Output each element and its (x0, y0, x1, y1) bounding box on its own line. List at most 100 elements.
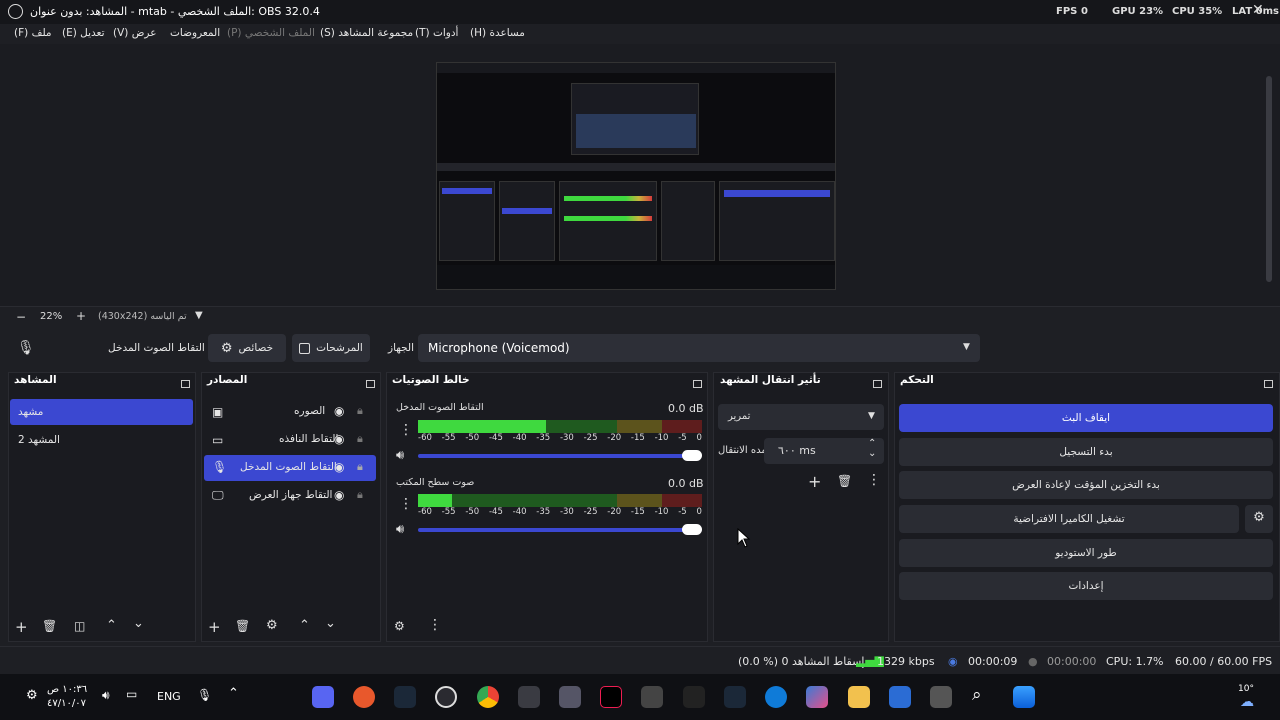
decrement-icon[interactable]: ⌄ (868, 448, 876, 459)
mic-tray-icon[interactable]: 🎙︎ (197, 688, 212, 702)
visibility-eye-icon[interactable]: ◉ (334, 404, 344, 418)
menu-scene-collection[interactable]: (S) مجموعة المشاهد (320, 27, 413, 39)
menu-file[interactable]: (F) ملف (14, 27, 52, 39)
remove-scene-icon[interactable]: 🗑︎ (42, 619, 57, 633)
remove-source-icon[interactable]: 🗑︎ (235, 619, 250, 633)
move-down-icon[interactable]: ⌄ (133, 616, 144, 631)
menu-docks[interactable]: المعروضات (170, 27, 220, 39)
source-item[interactable]: 🖵︎ التقاط جهاز العرض ◉ 🔒︎ (204, 483, 376, 509)
visibility-eye-icon[interactable]: ◉ (334, 488, 344, 502)
filters-button[interactable]: المرشحات (292, 334, 370, 362)
start-virtual-camera-button[interactable]: تشغيل الكاميرا الافتراضية (899, 505, 1239, 533)
tiktok-icon[interactable] (600, 686, 622, 708)
network-tray-icon[interactable]: ▭ (126, 687, 137, 701)
zoom-dropdown-icon[interactable]: ▼ (195, 310, 203, 321)
dropped-frames: (0.0 %) 0 إسقاط المشاهد (738, 655, 865, 668)
speaker-icon[interactable]: 🔊︎ (396, 522, 404, 537)
start-replay-buffer-button[interactable]: بدء التخزين المؤقت لإعادة العرض (899, 471, 1273, 499)
discord-icon[interactable] (312, 686, 334, 708)
mixer-menu-icon[interactable]: ⋮ (428, 617, 442, 633)
windows-start-icon[interactable] (1013, 686, 1035, 708)
device-select[interactable]: Microphone (Voicemod) ▼ (418, 334, 980, 362)
tray-overflow-icon[interactable]: ⌃ (228, 686, 239, 701)
preview-vertical-scrollbar[interactable] (1266, 76, 1272, 282)
settings-tray-icon[interactable]: ⚙ (26, 688, 38, 703)
move-up-icon[interactable]: ⌃ (106, 618, 117, 633)
move-up-icon[interactable]: ⌃ (299, 618, 310, 633)
add-scene-icon[interactable]: + (15, 618, 28, 636)
menu-edit[interactable]: (E) تعديل (62, 27, 105, 39)
edge-icon[interactable] (765, 686, 787, 708)
menu-help[interactable]: (H) مساعدة (470, 27, 525, 39)
visibility-eye-icon[interactable]: ◉ (334, 432, 344, 446)
taskbar-time[interactable]: ١٠:٣٦ ص (47, 684, 87, 695)
taskbar-date[interactable]: ٤٧/١٠/٠٧ (47, 698, 86, 709)
volume-slider-handle[interactable] (682, 524, 702, 535)
duration-input[interactable]: ٦٠٠ ms ⌃ ⌄ (764, 438, 884, 464)
source-item[interactable]: ▣ الصوره ◉ 🔒︎ (204, 399, 376, 425)
zoom-in-icon[interactable]: + (76, 309, 86, 323)
speaker-icon[interactable]: 🔊︎ (396, 448, 404, 463)
transition-menu-icon[interactable]: ⋮ (867, 472, 881, 488)
meter-ticks: -60 -55 -50 -45 -40 -35 -30 -25 -20 -15 -10 -5 0 (418, 507, 702, 517)
source-item[interactable]: ▭ التقاط النافذه ◉ 🔒︎ (204, 427, 376, 453)
close-icon[interactable]: ✕ (1252, 2, 1264, 18)
volume-slider[interactable] (418, 454, 694, 458)
store-icon[interactable] (889, 686, 911, 708)
steam-icon[interactable] (724, 686, 746, 708)
copilot-icon[interactable] (806, 686, 828, 708)
file-explorer-icon[interactable] (848, 686, 870, 708)
scene-item[interactable]: المشهد 2 (10, 427, 193, 453)
volume-tray-icon[interactable]: 🔊︎ (102, 688, 110, 703)
steam-icon[interactable] (394, 686, 416, 708)
chrome-icon[interactable] (477, 686, 499, 708)
menu-tools[interactable]: (T) أدوات (415, 27, 458, 39)
advanced-audio-icon[interactable]: ⚙ (394, 619, 405, 633)
scene-item[interactable]: مشهد (10, 399, 193, 425)
lock-icon[interactable]: 🔒︎ (357, 460, 363, 474)
lock-icon[interactable]: 🔒︎ (357, 432, 363, 446)
task-view-icon[interactable] (930, 686, 952, 708)
transition-select[interactable]: تمرير ▼ (718, 404, 884, 430)
transitions-undock-icon[interactable] (873, 380, 882, 388)
source-properties-icon[interactable]: ⚙ (266, 618, 278, 633)
epic-games-icon[interactable] (683, 686, 705, 708)
volume-slider[interactable] (418, 528, 694, 532)
app-icon[interactable] (559, 686, 581, 708)
stop-streaming-button[interactable]: ايقاف البث (899, 404, 1273, 432)
mixer-undock-icon[interactable] (693, 380, 702, 388)
channel-menu-icon[interactable]: ⋮ (399, 496, 413, 512)
scenes-undock-icon[interactable] (181, 380, 190, 388)
move-down-icon[interactable]: ⌄ (325, 616, 336, 631)
source-item-selected[interactable]: 🎙︎ التقاط الصوت المدخل ◉ 🔒︎ (204, 455, 376, 481)
remove-transition-icon[interactable]: 🗑︎ (837, 474, 852, 488)
search-icon[interactable]: ⌕ (972, 685, 982, 705)
visibility-eye-icon[interactable]: ◉ (334, 460, 344, 474)
app-icon[interactable] (353, 686, 375, 708)
language-indicator[interactable]: ENG (157, 690, 181, 703)
start-recording-button[interactable]: بدء التسجيل (899, 438, 1273, 466)
menu-profile[interactable]: (P) الملف الشخصي (227, 27, 315, 39)
scene-filters-icon[interactable]: ◫ (74, 619, 85, 633)
zoom-out-icon[interactable]: − (16, 310, 26, 324)
studio-mode-button[interactable]: طور الاستوديو (899, 539, 1273, 567)
lock-icon[interactable]: 🔒︎ (357, 404, 363, 418)
lock-icon[interactable]: 🔒︎ (357, 488, 363, 502)
device-value: Microphone (Voicemod) (428, 341, 570, 355)
menu-view[interactable]: (V) عرض (113, 27, 156, 39)
channel-menu-icon[interactable]: ⋮ (399, 422, 413, 438)
add-source-icon[interactable]: + (208, 618, 221, 636)
app-icon[interactable] (518, 686, 540, 708)
app-icon[interactable] (641, 686, 663, 708)
obs-icon[interactable] (435, 686, 457, 708)
settings-button[interactable]: إعدادات (899, 572, 1273, 600)
properties-button[interactable]: ⚙ خصائص (208, 334, 286, 362)
preview-canvas[interactable] (436, 62, 836, 290)
sources-undock-icon[interactable] (366, 380, 375, 388)
scenes-title: المشاهد (14, 374, 57, 386)
add-transition-icon[interactable]: + (808, 472, 821, 491)
window-icon: ▭ (212, 433, 224, 447)
controls-undock-icon[interactable] (1264, 380, 1273, 388)
virtual-camera-settings-gear-icon[interactable]: ⚙ (1245, 505, 1273, 533)
volume-slider-handle[interactable] (682, 450, 702, 461)
